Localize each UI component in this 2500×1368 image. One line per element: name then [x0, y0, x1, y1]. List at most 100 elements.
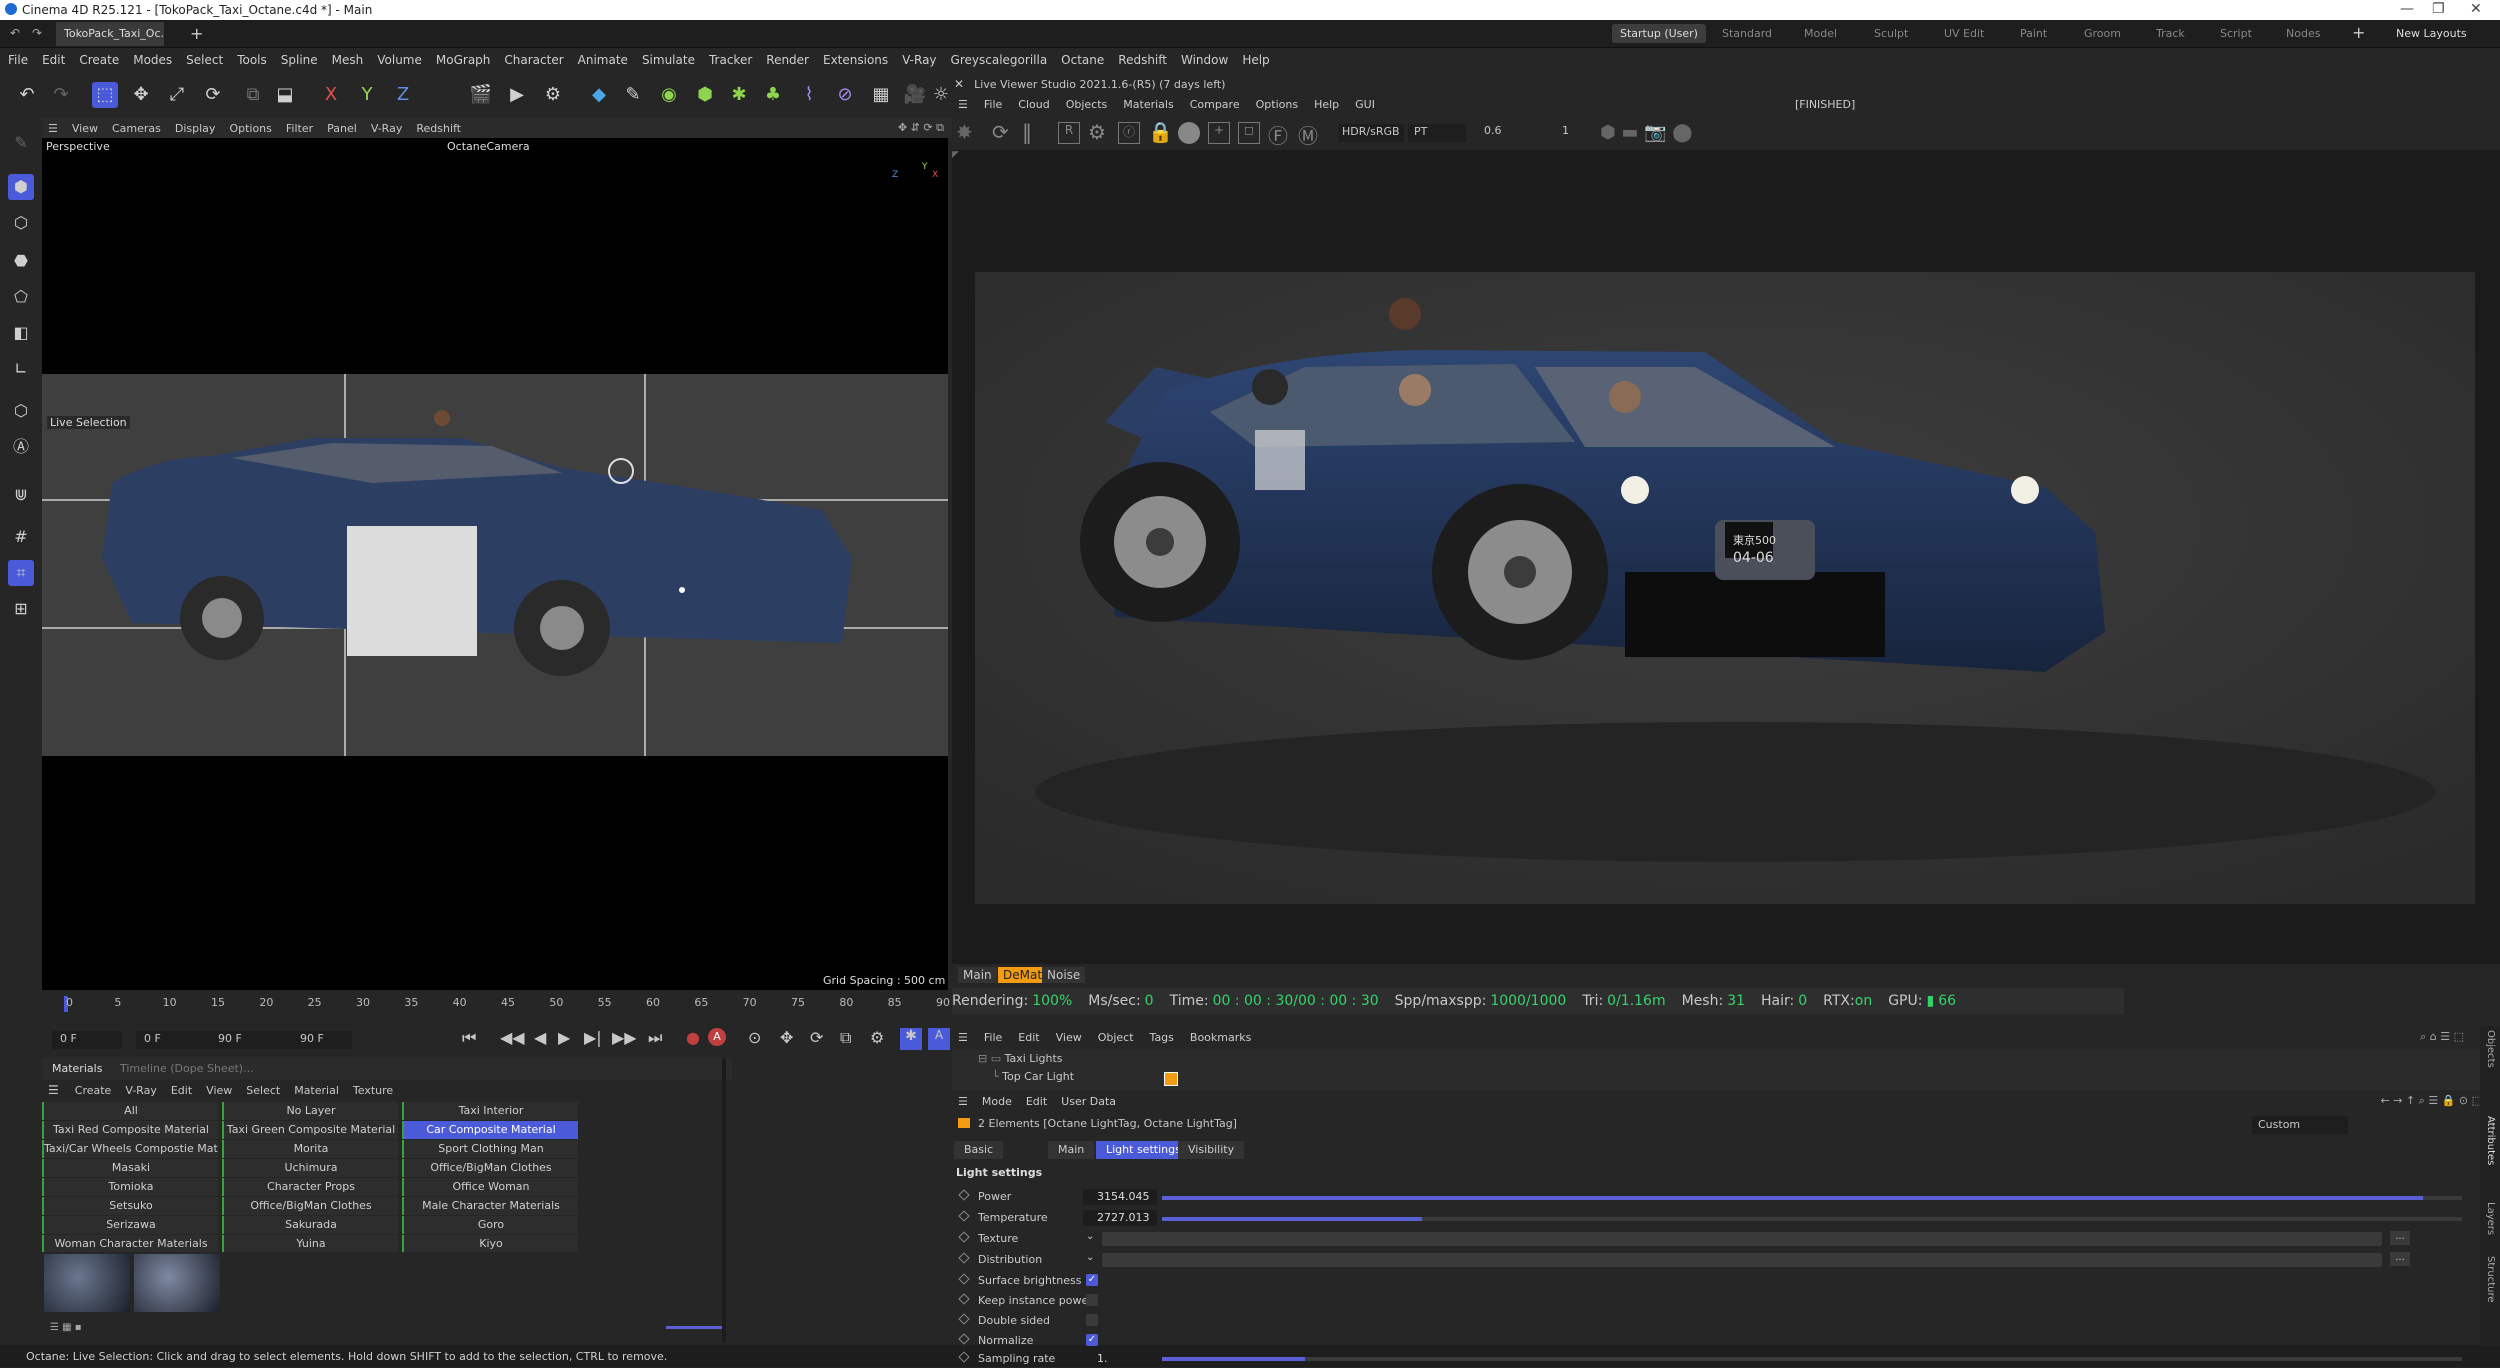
mat-cell-character-props[interactable]: Character Props [222, 1178, 398, 1196]
lv-menu-cloud[interactable]: Cloud [1018, 98, 1049, 111]
keyframe-diamond-icon[interactable] [958, 1333, 970, 1345]
menu-animate[interactable]: Animate [578, 53, 628, 67]
viewport-menu-view[interactable]: View [72, 122, 98, 135]
goto-end-icon[interactable]: ⏭ [648, 1028, 662, 1048]
mat-cell-yuina[interactable]: Yuina [222, 1235, 398, 1253]
key-pla-icon[interactable]: ✱ [900, 1028, 922, 1050]
mat-menu-view[interactable]: View [206, 1084, 232, 1097]
preset-select[interactable]: Custom [2252, 1116, 2348, 1134]
tree-item-top-car-light[interactable]: └ Top Car Light [992, 1070, 1074, 1083]
viewport-nav-icons[interactable]: ✥ ⇵ ⟳ ⧉ [898, 121, 944, 135]
octane-light-tag-icon[interactable] [1164, 1072, 1178, 1086]
make-editable-icon[interactable]: ✎ [8, 130, 34, 156]
mat-menu-edit[interactable]: Edit [171, 1084, 192, 1097]
attr-menu-edit[interactable]: Edit [1026, 1095, 1047, 1108]
workplane-icon[interactable]: # [8, 524, 34, 550]
keyframe-diamond-icon[interactable] [958, 1313, 970, 1325]
snap-icon[interactable]: ⋓ [8, 482, 34, 508]
power-slider[interactable] [1162, 1196, 2462, 1200]
quantize-icon[interactable]: ⊞ [8, 596, 34, 622]
keyframe-diamond-icon[interactable] [958, 1231, 970, 1243]
live-viewer-close-icon[interactable]: ✕ [954, 77, 964, 91]
menu-select[interactable]: Select [186, 53, 223, 67]
mat-menu-material[interactable]: Material [294, 1084, 339, 1097]
layout-tab-startup[interactable]: Startup (User) [1612, 24, 1706, 43]
mat-cell-male-character[interactable]: Male Character Materials [402, 1197, 578, 1215]
record-icon[interactable]: ● [686, 1028, 700, 1047]
sampling-rate-field[interactable]: 1. [1083, 1351, 1157, 1366]
bend-deformer-icon[interactable]: ⌇ [796, 82, 822, 108]
menu-file[interactable]: File [8, 53, 28, 67]
lv-menu-file[interactable]: File [984, 98, 1002, 111]
menu-window[interactable]: Window [1181, 53, 1228, 67]
menu-spline[interactable]: Spline [281, 53, 318, 67]
x-axis-lock-icon[interactable]: X [318, 82, 344, 108]
lock-resolution-icon[interactable]: ⓡ [1118, 122, 1140, 144]
pick-material-icon[interactable]: ◻ [1238, 122, 1260, 144]
perspective-viewport[interactable]: Perspective OctaneCamera Live Selection … [42, 138, 948, 990]
model-mode-icon[interactable]: ⬢ [8, 174, 34, 200]
layout-tab-sculpt[interactable]: Sculpt [1874, 27, 1908, 40]
panel-splitter[interactable] [722, 1058, 726, 1342]
play-icon[interactable]: ▶ [558, 1028, 570, 1047]
floor-grid-icon[interactable]: ▦ [868, 82, 894, 108]
mat-cell-taxi-red[interactable]: Taxi Red Composite Material [42, 1121, 218, 1139]
attr-nav-icons[interactable]: ← → ↑ ⌕ ☰ 🔒 ⊙ ⬚ [2381, 1094, 2482, 1108]
sampling-rate-slider[interactable] [1162, 1357, 2462, 1361]
maximize-button[interactable]: ❐ [2432, 1, 2445, 17]
zoom-field[interactable]: 1 [1562, 124, 1592, 142]
prev-frame-icon[interactable]: ◀ [534, 1028, 546, 1047]
mat-cell-goro[interactable]: Goro [402, 1216, 578, 1234]
undo-icon[interactable]: ↶ [14, 82, 40, 108]
prev-key-icon[interactable]: ◀◀ [500, 1028, 525, 1047]
start-frame-field[interactable]: 0 F [52, 1031, 122, 1049]
render-view-clapper-icon[interactable]: 🎬 [468, 82, 494, 108]
autokey-icon[interactable]: A [708, 1028, 726, 1046]
viewport-hamburger-icon[interactable]: ☰ [48, 122, 58, 135]
tree-item-taxi-lights[interactable]: ⊟ ▭ Taxi Lights [978, 1052, 1063, 1065]
layout-tab-paint[interactable]: Paint [2020, 27, 2047, 40]
z-axis-lock-icon[interactable]: Z [390, 82, 416, 108]
power-field[interactable]: 3154.045 [1083, 1189, 1157, 1205]
next-key-icon[interactable]: ▶▶ [612, 1028, 637, 1047]
mat-cell-all[interactable]: All [42, 1102, 218, 1120]
minimize-button[interactable]: — [2400, 1, 2414, 17]
tab-timeline-dope-sheet[interactable]: Timeline (Dope Sheet)... [120, 1062, 254, 1075]
obj-hamburger-icon[interactable]: ☰ [958, 1031, 968, 1044]
y-axis-lock-icon[interactable]: Y [354, 82, 380, 108]
settings-gear-icon[interactable]: ⚙ [1088, 120, 1106, 144]
viewport-menu-vray[interactable]: V-Ray [371, 122, 403, 135]
deformer-icon[interactable]: ✱ [726, 82, 752, 108]
layout-tab-track[interactable]: Track [2156, 27, 2185, 40]
mat-cell-tomioka[interactable]: Tomioka [42, 1178, 218, 1196]
menu-tools[interactable]: Tools [237, 53, 267, 67]
keyframe-diamond-icon[interactable] [958, 1210, 970, 1222]
uv-mode-icon[interactable]: ⬡ [8, 398, 34, 424]
attr-tab-light-settings[interactable]: Light settings [1096, 1141, 1191, 1159]
lv-hamburger-icon[interactable]: ☰ [958, 98, 968, 111]
close-button[interactable]: ✕ [2470, 1, 2482, 17]
menu-tracker[interactable]: Tracker [709, 53, 752, 67]
material-swatch-2[interactable] [134, 1254, 220, 1312]
menu-character[interactable]: Character [504, 53, 563, 67]
live-selection-tool-icon[interactable]: ⬚ [92, 82, 118, 108]
key-rotation-icon[interactable]: ⟳ [810, 1028, 823, 1047]
edges-mode-icon[interactable]: ⬠ [8, 284, 34, 310]
menu-edit[interactable]: Edit [42, 53, 65, 67]
mat-cell-wheels[interactable]: Taxi/Car Wheels Compostie Material [42, 1140, 218, 1158]
cube-object-icon[interactable]: ◆ [586, 82, 612, 108]
texture-expand-icon[interactable]: ⌄ [1086, 1231, 1094, 1242]
scale-tool-icon[interactable]: ⤢ [164, 82, 190, 108]
texture-link-field[interactable] [1102, 1232, 2382, 1246]
preview-size-slider[interactable] [666, 1326, 722, 1329]
new-document-button[interactable]: + [190, 24, 203, 43]
layout-tab-nodes[interactable]: Nodes [2286, 27, 2320, 40]
temperature-slider[interactable] [1162, 1217, 2462, 1221]
restart-render-icon[interactable]: ⟳ [992, 120, 1009, 144]
mat-menu-vray[interactable]: V-Ray [125, 1084, 157, 1097]
obj-menu-view[interactable]: View [1056, 1031, 1082, 1044]
mat-menu-create[interactable]: Create [75, 1084, 112, 1097]
mat-cell-sport-clothing[interactable]: Sport Clothing Man [402, 1140, 578, 1158]
double-sided-checkbox[interactable] [1086, 1314, 1098, 1326]
key-scale-icon[interactable]: ⧉ [840, 1028, 851, 1048]
